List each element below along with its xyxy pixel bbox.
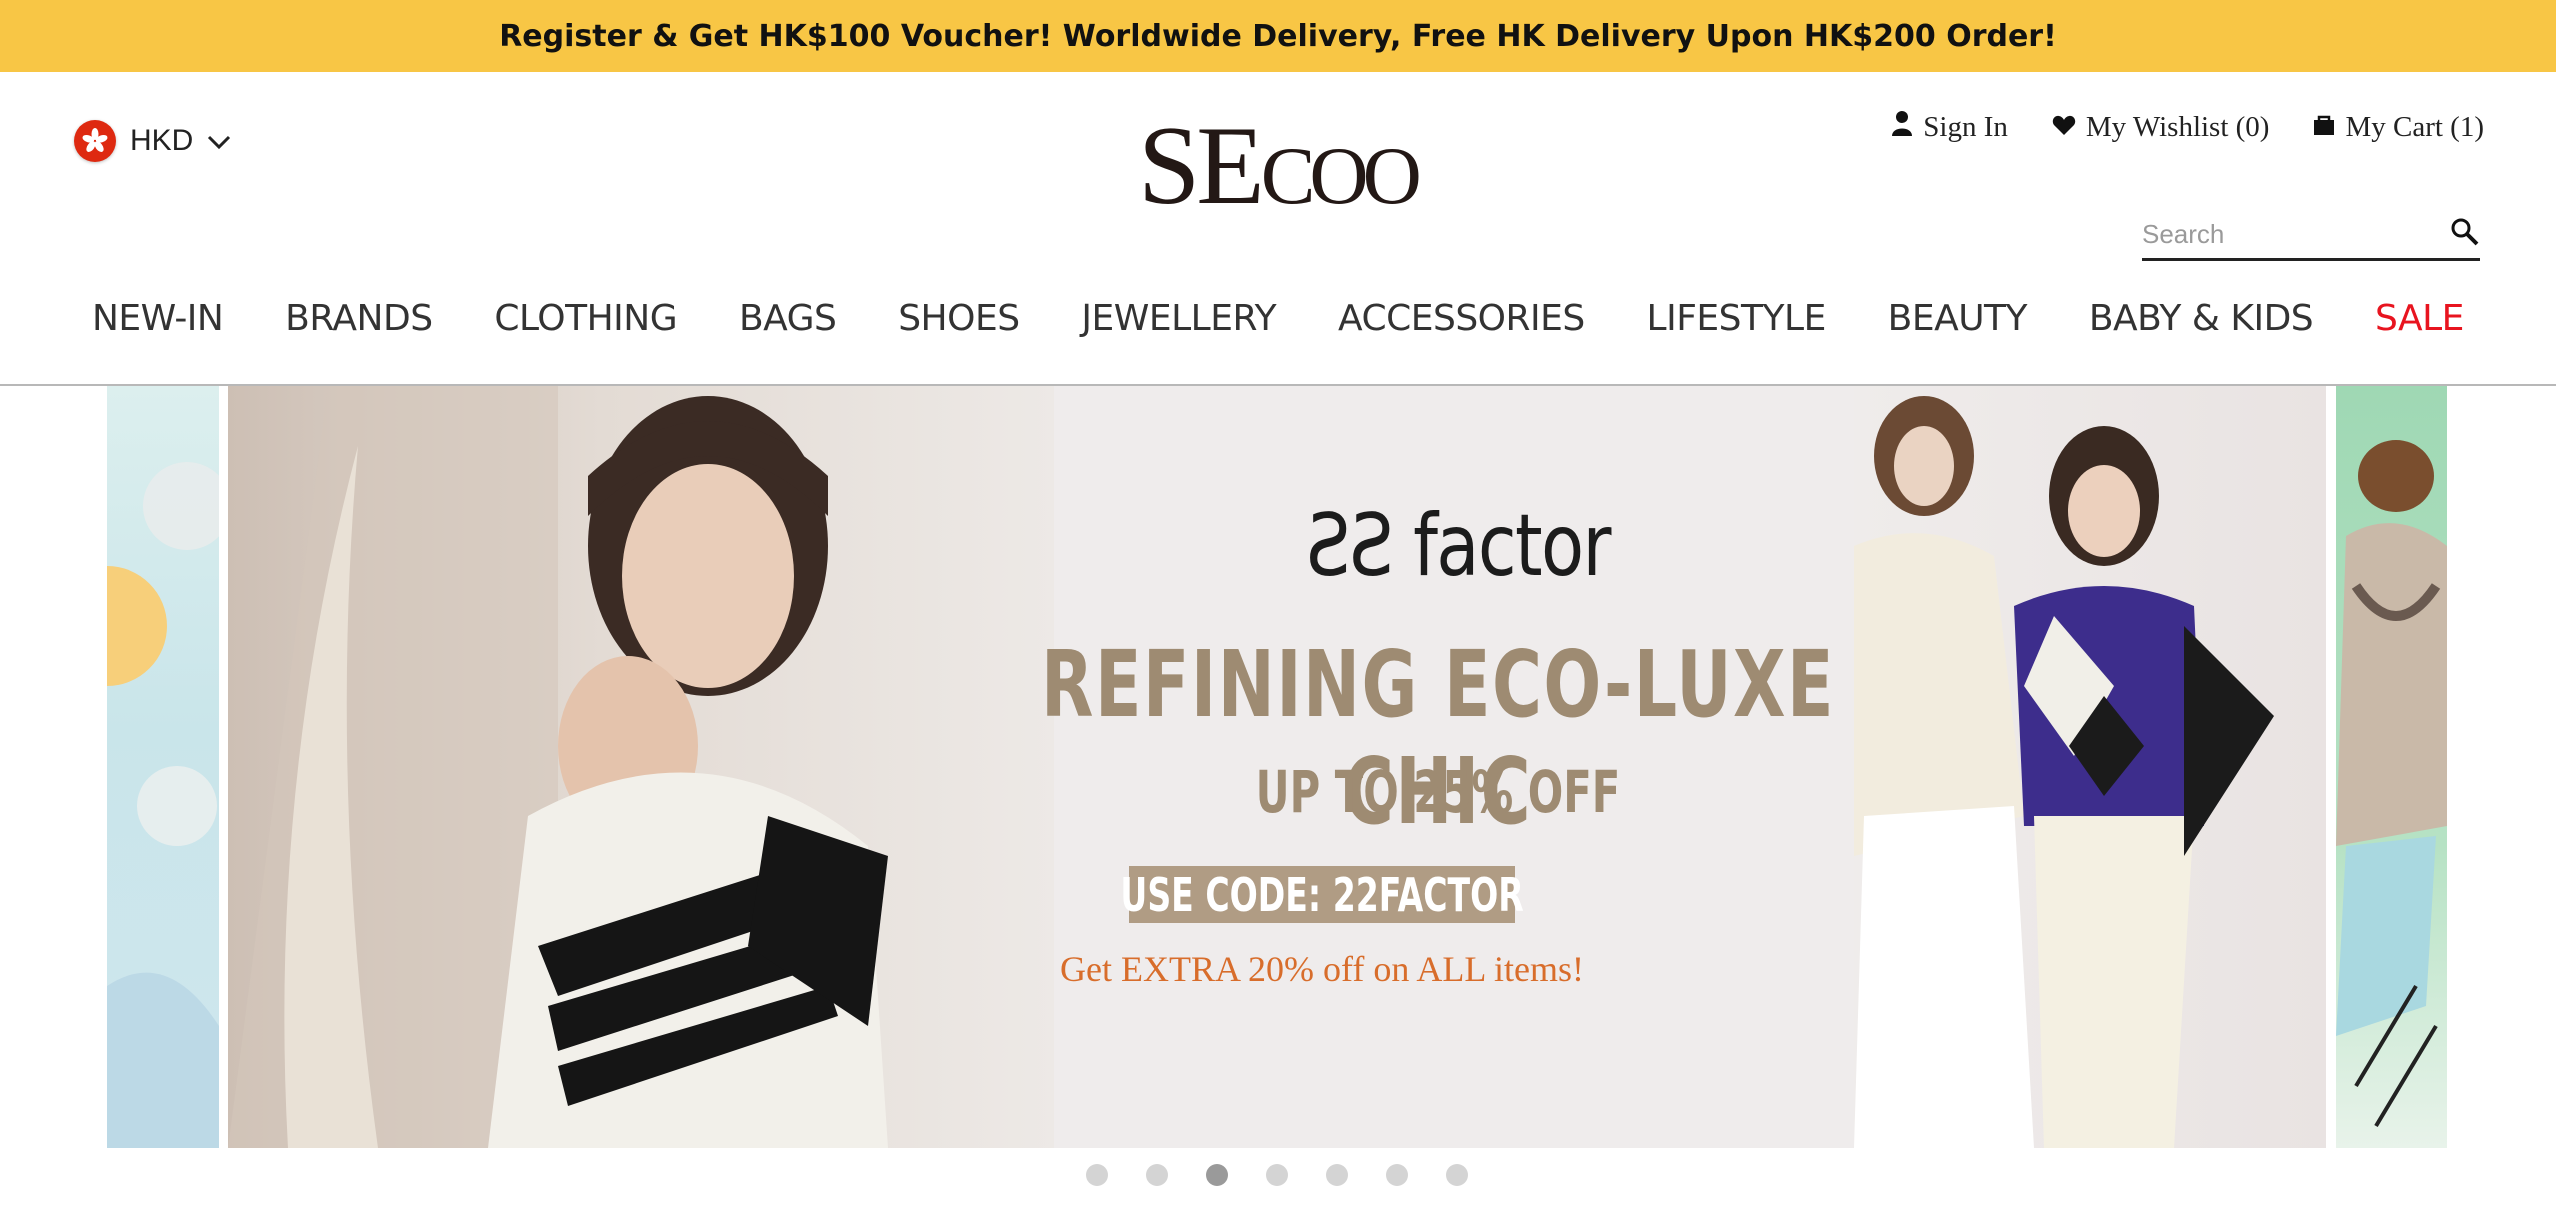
logo-text-second: COO [1260,130,1422,221]
currency-selector[interactable]: HKD [74,120,231,162]
previous-slide-peek[interactable] [107,386,219,1148]
currency-code: HKD [130,124,194,157]
nav-item-lifestyle[interactable]: LIFESTYLE [1647,298,1827,339]
chevron-down-icon [207,124,231,158]
promo-code-badge: USE CODE: 22FACTOR [1120,866,1524,923]
carousel-dot[interactable] [1446,1164,1468,1186]
carousel-dot[interactable] [1146,1164,1168,1186]
carousel-dot[interactable] [1266,1164,1288,1186]
hero-subhead: UP TO 25% OFF [1255,758,1621,826]
search-input[interactable] [2142,218,2422,250]
search-icon[interactable] [2450,217,2480,252]
carousel-dot[interactable] [1386,1164,1408,1186]
nav-item-accessories[interactable]: ACCESSORIES [1338,298,1585,339]
brand-logo-text: ƧƧ factor [1306,496,1611,596]
nav-item-shoes[interactable]: SHOES [898,298,1020,339]
carousel-indicators [1086,1164,1468,1186]
carousel-dot[interactable] [1326,1164,1348,1186]
wishlist-link[interactable]: My Wishlist (0) [2052,110,2270,144]
nav-item-clothing[interactable]: CLOTHING [494,298,677,339]
site-logo[interactable]: SECOO [1138,110,1422,222]
logo-text-first: SE [1138,104,1265,228]
main-nav: NEW-IN BRANDS CLOTHING BAGS SHOES JEWELL… [92,298,2464,339]
model-photo-left [228,386,1058,1148]
nav-item-jewellery[interactable]: JEWELLERY [1081,298,1276,339]
extra-offer-text: Get EXTRA 20% off on ALL items! [1060,949,1584,989]
nav-item-brands[interactable]: BRANDS [285,298,433,339]
nav-item-beauty[interactable]: BEAUTY [1888,298,2028,339]
nav-item-bags[interactable]: BAGS [739,298,837,339]
sign-in-link[interactable]: Sign In [1891,110,2008,144]
promo-banner[interactable]: Register & Get HK$100 Voucher! Worldwide… [0,0,2556,72]
nav-item-baby-kids[interactable]: BABY & KIDS [2089,298,2314,339]
promo-banner-text: Register & Get HK$100 Voucher! Worldwide… [499,18,2057,54]
cart-link[interactable]: My Cart (1) [2313,110,2484,144]
nav-item-new-in[interactable]: NEW-IN [92,298,224,339]
hero-slide-active[interactable]: ƧƧ factor REFINING ECO-LUXE CHIC UP TO 2… [228,386,2326,1148]
cart-label: My Cart (1) [2345,110,2484,143]
carousel-dot[interactable] [1086,1164,1108,1186]
heart-icon [2052,111,2076,144]
carousel-dot-active[interactable] [1206,1164,1228,1186]
account-links: Sign In My Wishlist (0) My Cart (1) [1891,110,2484,144]
search-bar [2142,210,2480,261]
promo-code-label: USE CODE: 22FACTOR [1120,867,1524,922]
hk-flag-icon [74,120,116,162]
sign-in-label: Sign In [1923,110,2008,143]
user-icon [1891,110,1913,144]
wishlist-label: My Wishlist (0) [2085,110,2270,143]
nav-item-sale[interactable]: SALE [2375,298,2464,339]
model-photo-right [1854,386,2326,1148]
next-slide-peek[interactable] [2336,386,2447,1148]
hero-carousel: ƧƧ factor REFINING ECO-LUXE CHIC UP TO 2… [0,386,2556,1148]
bag-icon [2313,111,2335,144]
